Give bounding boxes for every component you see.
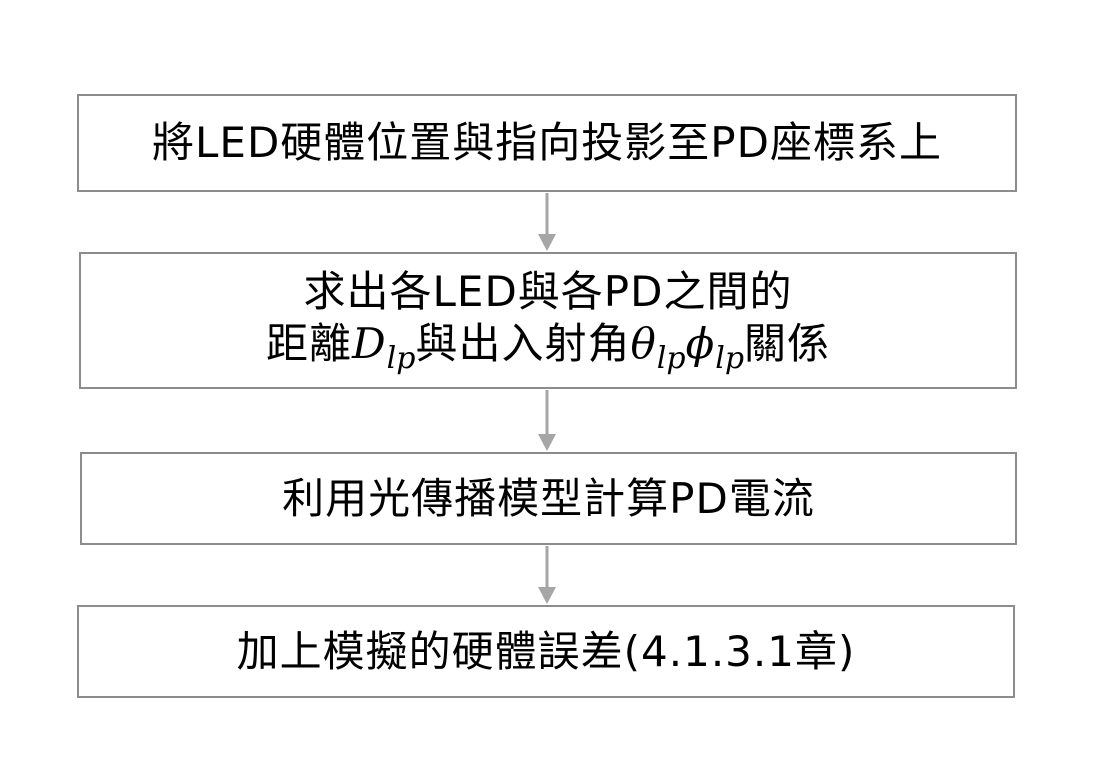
flow-arrows: [538, 193, 556, 604]
arrow-1-to-2: [538, 193, 556, 251]
arrow-3-to-4: [538, 546, 556, 604]
arrow-2-to-3: [538, 390, 556, 451]
